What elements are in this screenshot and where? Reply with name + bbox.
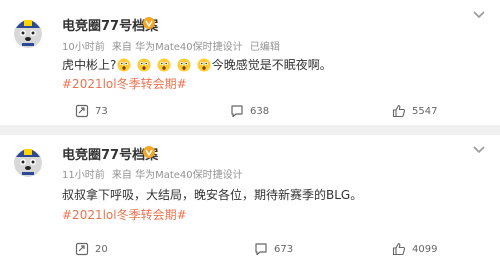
comment-button[interactable]: 638 bbox=[230, 101, 269, 121]
action-bar: 73 638 5547 bbox=[0, 101, 500, 121]
comment-count: 673 bbox=[274, 243, 294, 255]
repost-count: 20 bbox=[95, 243, 108, 255]
comment-count: 638 bbox=[250, 105, 270, 117]
comment-button[interactable]: 673 bbox=[254, 239, 293, 259]
repost-icon bbox=[75, 104, 89, 118]
comment-icon bbox=[255, 243, 267, 256]
vip-icon bbox=[143, 17, 155, 29]
post-card: 电竞圈77号档案 10小时前 来自 华为Mate40保时捷设计 已编辑 虎中彬上… bbox=[0, 0, 500, 125]
like-button[interactable]: 5547 bbox=[392, 101, 437, 121]
edited-label[interactable]: 已编辑 bbox=[250, 42, 280, 53]
post-source: 来自 华为Mate40保时捷设计 bbox=[111, 170, 243, 181]
comment-icon bbox=[231, 105, 243, 118]
action-bar: 20 673 4099 bbox=[0, 239, 500, 259]
like-count: 5547 bbox=[412, 105, 438, 117]
emoji-icon bbox=[177, 58, 191, 72]
emoji-icon bbox=[197, 58, 211, 72]
post-meta: 10小时前 来自 华为Mate40保时捷设计 已编辑 bbox=[62, 38, 284, 53]
emoji-icon bbox=[157, 58, 171, 72]
post-time[interactable]: 11小时前 bbox=[62, 170, 105, 181]
hashtag-link[interactable]: #2021lol冬季转会期# bbox=[62, 206, 187, 223]
post-card: 电竞圈77号档案 11小时前 来自 华为Mate40保时捷设计 叔叔拿下呼吸，大… bbox=[0, 135, 500, 264]
like-icon bbox=[392, 242, 406, 256]
like-icon bbox=[392, 104, 406, 118]
repost-button[interactable]: 73 bbox=[75, 101, 108, 121]
post-source: 来自 华为Mate40保时捷设计 bbox=[111, 42, 243, 53]
like-count: 4099 bbox=[412, 243, 438, 255]
post-time[interactable]: 10小时前 bbox=[62, 42, 105, 53]
emoji-icon bbox=[137, 58, 151, 72]
emoji-row bbox=[116, 58, 211, 75]
like-button[interactable]: 4099 bbox=[392, 239, 437, 259]
post-meta: 11小时前 来自 华为Mate40保时捷设计 bbox=[62, 166, 247, 181]
hashtag-link[interactable]: #2021lol冬季转会期# bbox=[62, 75, 187, 92]
post-text: 虎中彬上? 今晚感觉是不眠夜啊。 bbox=[62, 56, 332, 75]
repost-icon bbox=[75, 242, 89, 256]
vip-icon bbox=[143, 146, 155, 158]
post-text-before: 虎中彬上? bbox=[62, 58, 117, 72]
avatar[interactable] bbox=[10, 14, 46, 50]
post-text: 叔叔拿下呼吸，大结局，晚安各位，期待新赛季的BLG。 bbox=[62, 188, 363, 202]
post-text-after: 今晚感觉是不眠夜啊。 bbox=[211, 58, 332, 72]
emoji-icon bbox=[117, 58, 131, 72]
chevron-down-icon[interactable] bbox=[472, 10, 486, 20]
repost-button[interactable]: 20 bbox=[75, 239, 108, 259]
repost-count: 73 bbox=[95, 105, 108, 117]
chevron-down-icon[interactable] bbox=[472, 145, 486, 155]
avatar[interactable] bbox=[10, 143, 46, 179]
